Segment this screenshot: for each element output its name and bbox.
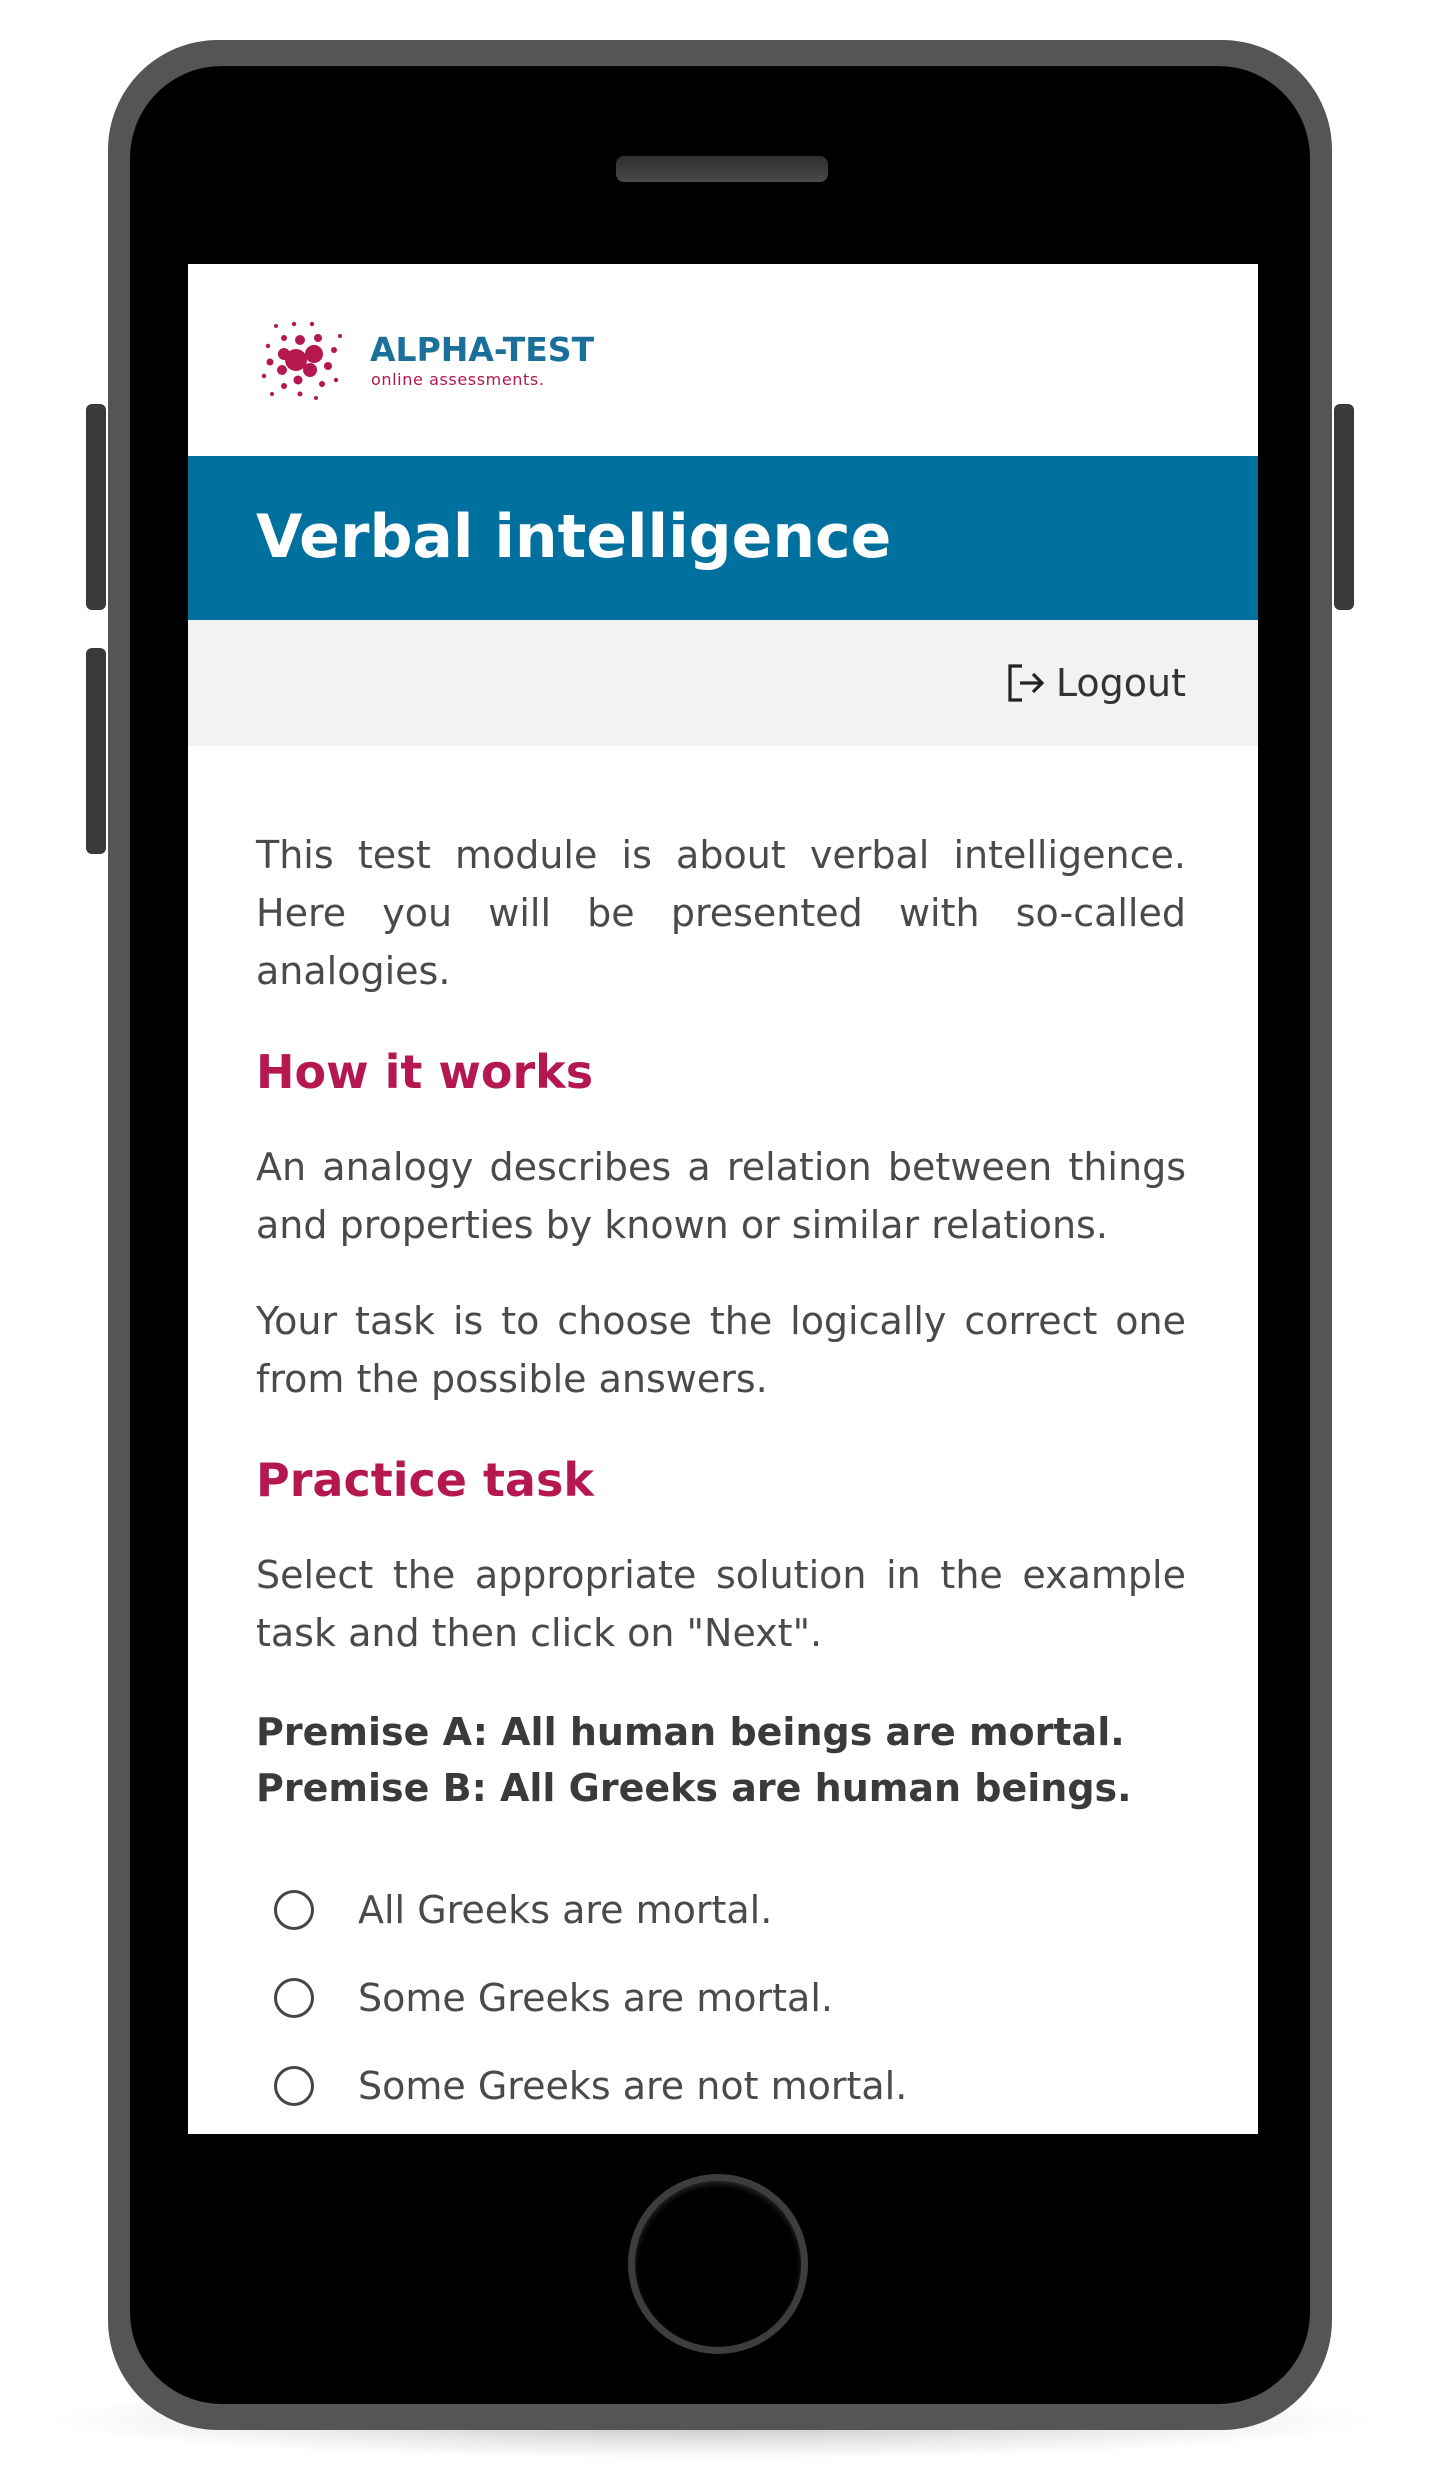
speaker-grille — [616, 156, 828, 182]
title-bar: Verbal intelligence — [188, 456, 1258, 620]
premise-b: Premise B: All Greeks are human beings. — [256, 1766, 1132, 1810]
section-heading-practice-task: Practice task — [256, 1453, 594, 1507]
answer-option-label: Some Greeks are not mortal. — [358, 2064, 908, 2108]
practice-instructions: Select the appropriate solution in the e… — [256, 1553, 1186, 1655]
premises: Premise A: All human beings are mortal. … — [256, 1704, 1186, 1816]
volume-down-button — [86, 648, 106, 854]
how-it-works-paragraph: An analogy describes a relation between … — [256, 1145, 1186, 1247]
stage: ALPHA-TEST online assessments. Verbal in… — [0, 0, 1440, 2475]
how-it-works-paragraph: Your task is to choose the logically cor… — [256, 1299, 1186, 1401]
power-button — [1334, 404, 1354, 610]
volume-up-button — [86, 404, 106, 610]
radio-button[interactable] — [274, 1890, 314, 1930]
home-button — [628, 2174, 808, 2354]
answer-option[interactable]: All Greeks are mortal. — [274, 1866, 1186, 1954]
logout-icon — [1008, 664, 1045, 702]
answer-option[interactable]: Some Greeks are mortal. — [274, 1954, 1186, 2042]
logout-label: Logout — [1055, 661, 1186, 705]
alpha-test-logo-icon — [261, 321, 342, 400]
page-title: Verbal intelligence — [256, 502, 892, 572]
answer-option[interactable]: Some Greeks are not mortal. — [274, 2042, 1186, 2130]
main-content: This test module is about verbal intelli… — [188, 746, 1258, 2130]
logo-bar: ALPHA-TEST online assessments. — [188, 264, 1258, 456]
logout-button[interactable]: Logout — [1002, 660, 1186, 706]
answer-option-label: All Greeks are mortal. — [358, 1888, 773, 1932]
phone-screen: ALPHA-TEST online assessments. Verbal in… — [188, 264, 1258, 2134]
answer-option-label: Some Greeks are mortal. — [358, 1976, 833, 2020]
section-heading-how-it-works: How it works — [256, 1045, 594, 1099]
logout-bar: Logout — [188, 620, 1258, 746]
intro-text: This test module is about verbal intelli… — [256, 833, 1186, 993]
radio-button[interactable] — [274, 2066, 314, 2106]
brand-name: ALPHA-TEST — [370, 330, 595, 369]
brand-tagline: online assessments. — [371, 370, 545, 389]
radio-button[interactable] — [274, 1978, 314, 2018]
premise-a: Premise A: All human beings are mortal. — [256, 1710, 1125, 1754]
answer-options: All Greeks are mortal. Some Greeks are m… — [256, 1866, 1186, 2130]
